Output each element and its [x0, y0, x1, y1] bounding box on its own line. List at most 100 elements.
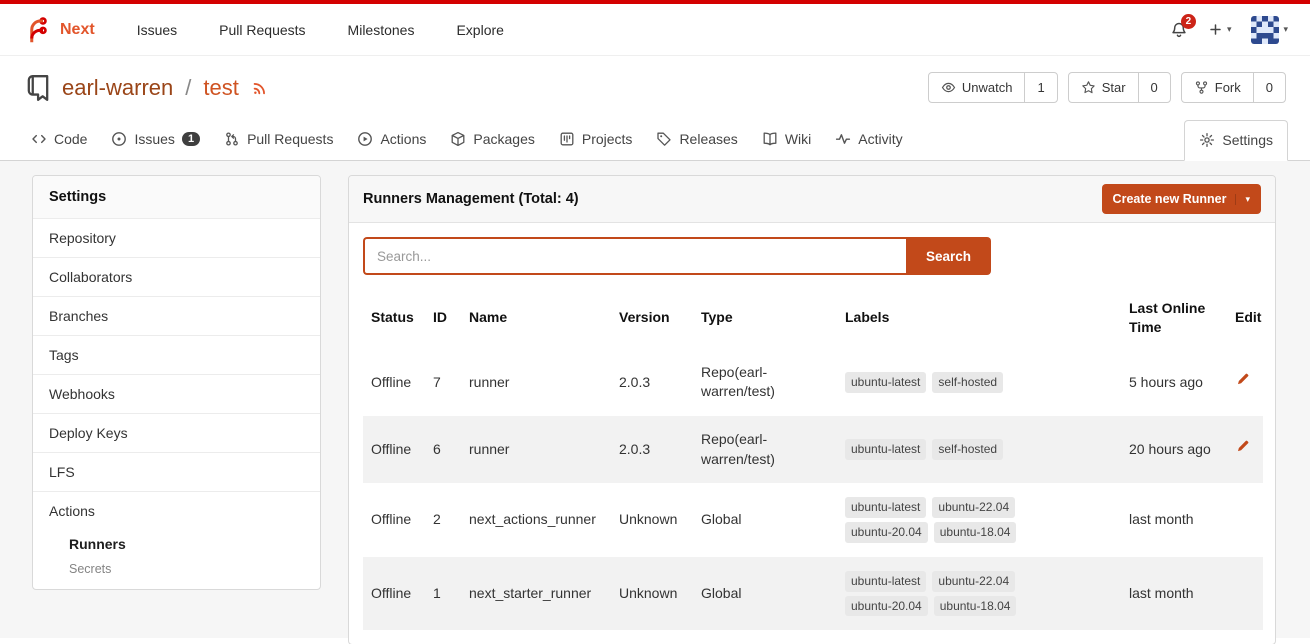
tab-actions[interactable]: Actions — [348, 131, 435, 160]
search-button[interactable]: Search — [906, 237, 991, 275]
pull-request-icon — [224, 131, 240, 147]
runner-last-online: 20 hours ago — [1121, 416, 1227, 483]
tab-label: Packages — [473, 131, 534, 147]
repo-tabbar: Code Issues 1 Pull Requests Actions Pack… — [0, 115, 1310, 161]
runner-label-chip: ubuntu-22.04 — [932, 571, 1015, 592]
runner-status: Offline — [363, 416, 425, 483]
tab-issues[interactable]: Issues 1 — [102, 131, 209, 160]
user-menu-button[interactable]: ▾ — [1251, 16, 1288, 44]
col-last-online-time: Last Online Time — [1121, 287, 1227, 349]
star-icon — [1081, 80, 1096, 95]
sidebar-title: Settings — [33, 176, 320, 218]
runner-row: Offline 2 next_actions_runner Unknown Gl… — [363, 483, 1263, 557]
pulse-icon — [835, 131, 851, 147]
sidebar-item-collaborators[interactable]: Collaborators — [33, 257, 320, 296]
tab-pull-requests[interactable]: Pull Requests — [215, 131, 342, 160]
play-circle-icon — [357, 131, 373, 147]
runner-row: Offline 6 runner 2.0.3 Repo(earl-warren/… — [363, 416, 1263, 483]
forks-count[interactable]: 0 — [1253, 73, 1285, 102]
watchers-count[interactable]: 1 — [1024, 73, 1056, 102]
fork-icon — [1194, 80, 1209, 95]
tab-releases[interactable]: Releases — [647, 131, 746, 160]
runner-row: Offline 1 next_starter_runner Unknown Gl… — [363, 557, 1263, 631]
tab-projects[interactable]: Projects — [550, 131, 642, 160]
settings-sidebar: Settings Repository Collaborators Branch… — [32, 175, 321, 590]
create-new-runner-button[interactable]: Create new Runner ▾ — [1102, 184, 1261, 214]
nav-pull-requests-link[interactable]: Pull Requests — [219, 22, 305, 38]
runner-type: Repo(earl-warren/test) — [693, 416, 837, 483]
nav-explore-link[interactable]: Explore — [456, 22, 503, 38]
col-version: Version — [611, 287, 693, 349]
fork-button[interactable]: Fork — [1182, 73, 1253, 102]
tab-label: Activity — [858, 131, 902, 147]
sidebar-item-lfs[interactable]: LFS — [33, 452, 320, 491]
sidebar-item-actions[interactable]: Actions — [33, 491, 320, 530]
repo-owner-link[interactable]: earl-warren — [62, 75, 173, 101]
runner-row: Offline 7 runner 2.0.3 Repo(earl-warren/… — [363, 349, 1263, 416]
fork-button-group: Fork 0 — [1181, 72, 1286, 103]
sidebar-item-runners[interactable]: Runners — [33, 530, 320, 558]
tag-icon — [656, 131, 672, 147]
create-new-runner-label: Create new Runner — [1113, 192, 1227, 206]
pencil-icon — [1235, 439, 1250, 454]
sidebar-item-secrets[interactable]: Secrets — [33, 558, 320, 589]
chevron-down-icon: ▾ — [1283, 24, 1288, 35]
nav-milestones-link[interactable]: Milestones — [348, 22, 415, 38]
tab-code[interactable]: Code — [22, 131, 96, 160]
runner-id: 2 — [425, 483, 461, 557]
issue-icon — [111, 131, 127, 147]
watch-button-group: Unwatch 1 — [928, 72, 1058, 103]
tab-packages[interactable]: Packages — [441, 131, 543, 160]
star-button-group: Star 0 — [1068, 72, 1171, 103]
runners-panel: Runners Management (Total: 4) Create new… — [348, 175, 1276, 644]
star-button[interactable]: Star — [1069, 73, 1138, 102]
pencil-icon — [1235, 372, 1250, 387]
stars-count[interactable]: 0 — [1138, 73, 1170, 102]
runner-version: Unknown — [611, 483, 693, 557]
home-link[interactable]: Next — [22, 15, 95, 45]
runners-table: Status ID Name Version Type Labels Last … — [363, 287, 1263, 630]
tab-label: Wiki — [785, 131, 811, 147]
nav-issues-link[interactable]: Issues — [137, 22, 177, 38]
runner-version: Unknown — [611, 557, 693, 631]
runner-searchbar: Search — [363, 237, 991, 275]
runner-labels: ubuntu-latest self-hosted — [845, 439, 1045, 460]
issues-count-badge: 1 — [182, 132, 200, 146]
runner-label-chip: ubuntu-latest — [845, 439, 926, 460]
settings-content: Settings Repository Collaborators Branch… — [0, 161, 1310, 638]
sidebar-item-repository[interactable]: Repository — [33, 218, 320, 257]
repo-path-separator: / — [185, 75, 191, 101]
edit-runner-button[interactable] — [1235, 439, 1250, 454]
runner-version: 2.0.3 — [611, 349, 693, 416]
runner-label-chip: self-hosted — [932, 439, 1003, 460]
runner-name: runner — [461, 416, 611, 483]
runner-label-chip: ubuntu-22.04 — [932, 497, 1015, 518]
rss-feed-icon[interactable] — [251, 79, 269, 97]
sidebar-item-deploy-keys[interactable]: Deploy Keys — [33, 413, 320, 452]
col-id: ID — [425, 287, 461, 349]
sidebar-item-branches[interactable]: Branches — [33, 296, 320, 335]
runner-type: Global — [693, 557, 837, 631]
avatar — [1251, 16, 1279, 44]
code-icon — [31, 131, 47, 147]
runner-label-chip: ubuntu-18.04 — [934, 596, 1017, 617]
runner-status: Offline — [363, 557, 425, 631]
tab-settings[interactable]: Settings — [1184, 120, 1288, 161]
create-new-menu-button[interactable]: ▾ — [1208, 22, 1232, 37]
runner-labels: ubuntu-latest ubuntu-22.04 ubuntu-20.04 … — [845, 497, 1045, 543]
sidebar-item-webhooks[interactable]: Webhooks — [33, 374, 320, 413]
runner-last-online: last month — [1121, 483, 1227, 557]
tab-label: Pull Requests — [247, 131, 333, 147]
search-input[interactable] — [363, 237, 906, 275]
sidebar-item-tags[interactable]: Tags — [33, 335, 320, 374]
unwatch-button[interactable]: Unwatch — [929, 73, 1025, 102]
notifications-button[interactable]: 2 — [1170, 21, 1188, 39]
col-labels: Labels — [837, 287, 1121, 349]
tab-activity[interactable]: Activity — [826, 131, 911, 160]
edit-runner-button[interactable] — [1235, 372, 1250, 387]
panel-title: Runners Management (Total: 4) — [363, 191, 579, 207]
repo-name-link[interactable]: test — [203, 75, 238, 101]
runner-label-chip: ubuntu-latest — [845, 372, 926, 393]
runner-last-online: last month — [1121, 557, 1227, 631]
tab-wiki[interactable]: Wiki — [753, 131, 820, 160]
